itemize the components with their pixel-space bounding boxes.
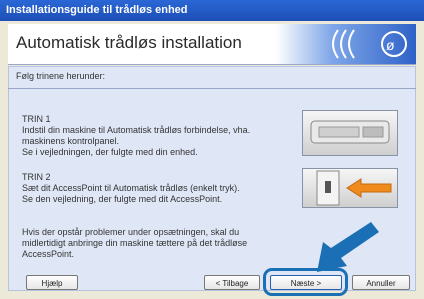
page-title: Automatisk trådløs installation	[16, 33, 242, 52]
step-1-line-3: Se i vejledningen, der fulgte med din en…	[22, 147, 198, 157]
note-line-3: AccessPoint.	[22, 249, 75, 259]
orange-arrow-icon	[346, 178, 392, 198]
brand-graphic: ø	[276, 24, 416, 64]
step-2-line-2: Se den vejledning, der fulgte med dit Ac…	[22, 194, 223, 204]
help-button[interactable]: Hjælp	[26, 275, 78, 290]
step-2: TRIN 2 Sæt dit AccessPoint til Automatis…	[22, 172, 262, 205]
next-button-highlight	[263, 268, 348, 296]
note-line-2: midlertidigt anbringe din maskine tætter…	[22, 238, 248, 248]
step-1: TRIN 1 Indstil din maskine til Automatis…	[22, 114, 262, 158]
wireless-brand-icon: ø	[332, 29, 407, 59]
step-1-line-2: maskinens kontrolpanel.	[22, 136, 120, 146]
printer-panel-image	[302, 110, 398, 156]
svg-text:ø: ø	[386, 37, 395, 53]
wizard-window: Installationsguide til trådløs enhed Aut…	[0, 0, 424, 299]
step-1-heading: TRIN 1	[22, 114, 51, 124]
cancel-button[interactable]: Annuller	[352, 275, 410, 290]
note-line-1: Hvis der opstår problemer under opsætnin…	[22, 227, 240, 237]
window-title: Installationsguide til trådløs enhed	[0, 0, 424, 21]
instruction-text: Følg trinene herunder:	[16, 71, 106, 81]
access-point-image	[302, 168, 398, 208]
step-2-line-1: Sæt dit AccessPoint til Automatisk trådl…	[22, 183, 240, 193]
divider	[8, 88, 416, 89]
step-2-heading: TRIN 2	[22, 172, 51, 182]
step-1-line-1: Indstil din maskine til Automatisk trådl…	[22, 125, 251, 135]
note-text: Hvis der opstår problemer under opsætnin…	[22, 227, 262, 260]
back-button[interactable]: < Tilbage	[204, 275, 260, 290]
header-banner: Automatisk trådløs installation ø	[8, 24, 416, 65]
